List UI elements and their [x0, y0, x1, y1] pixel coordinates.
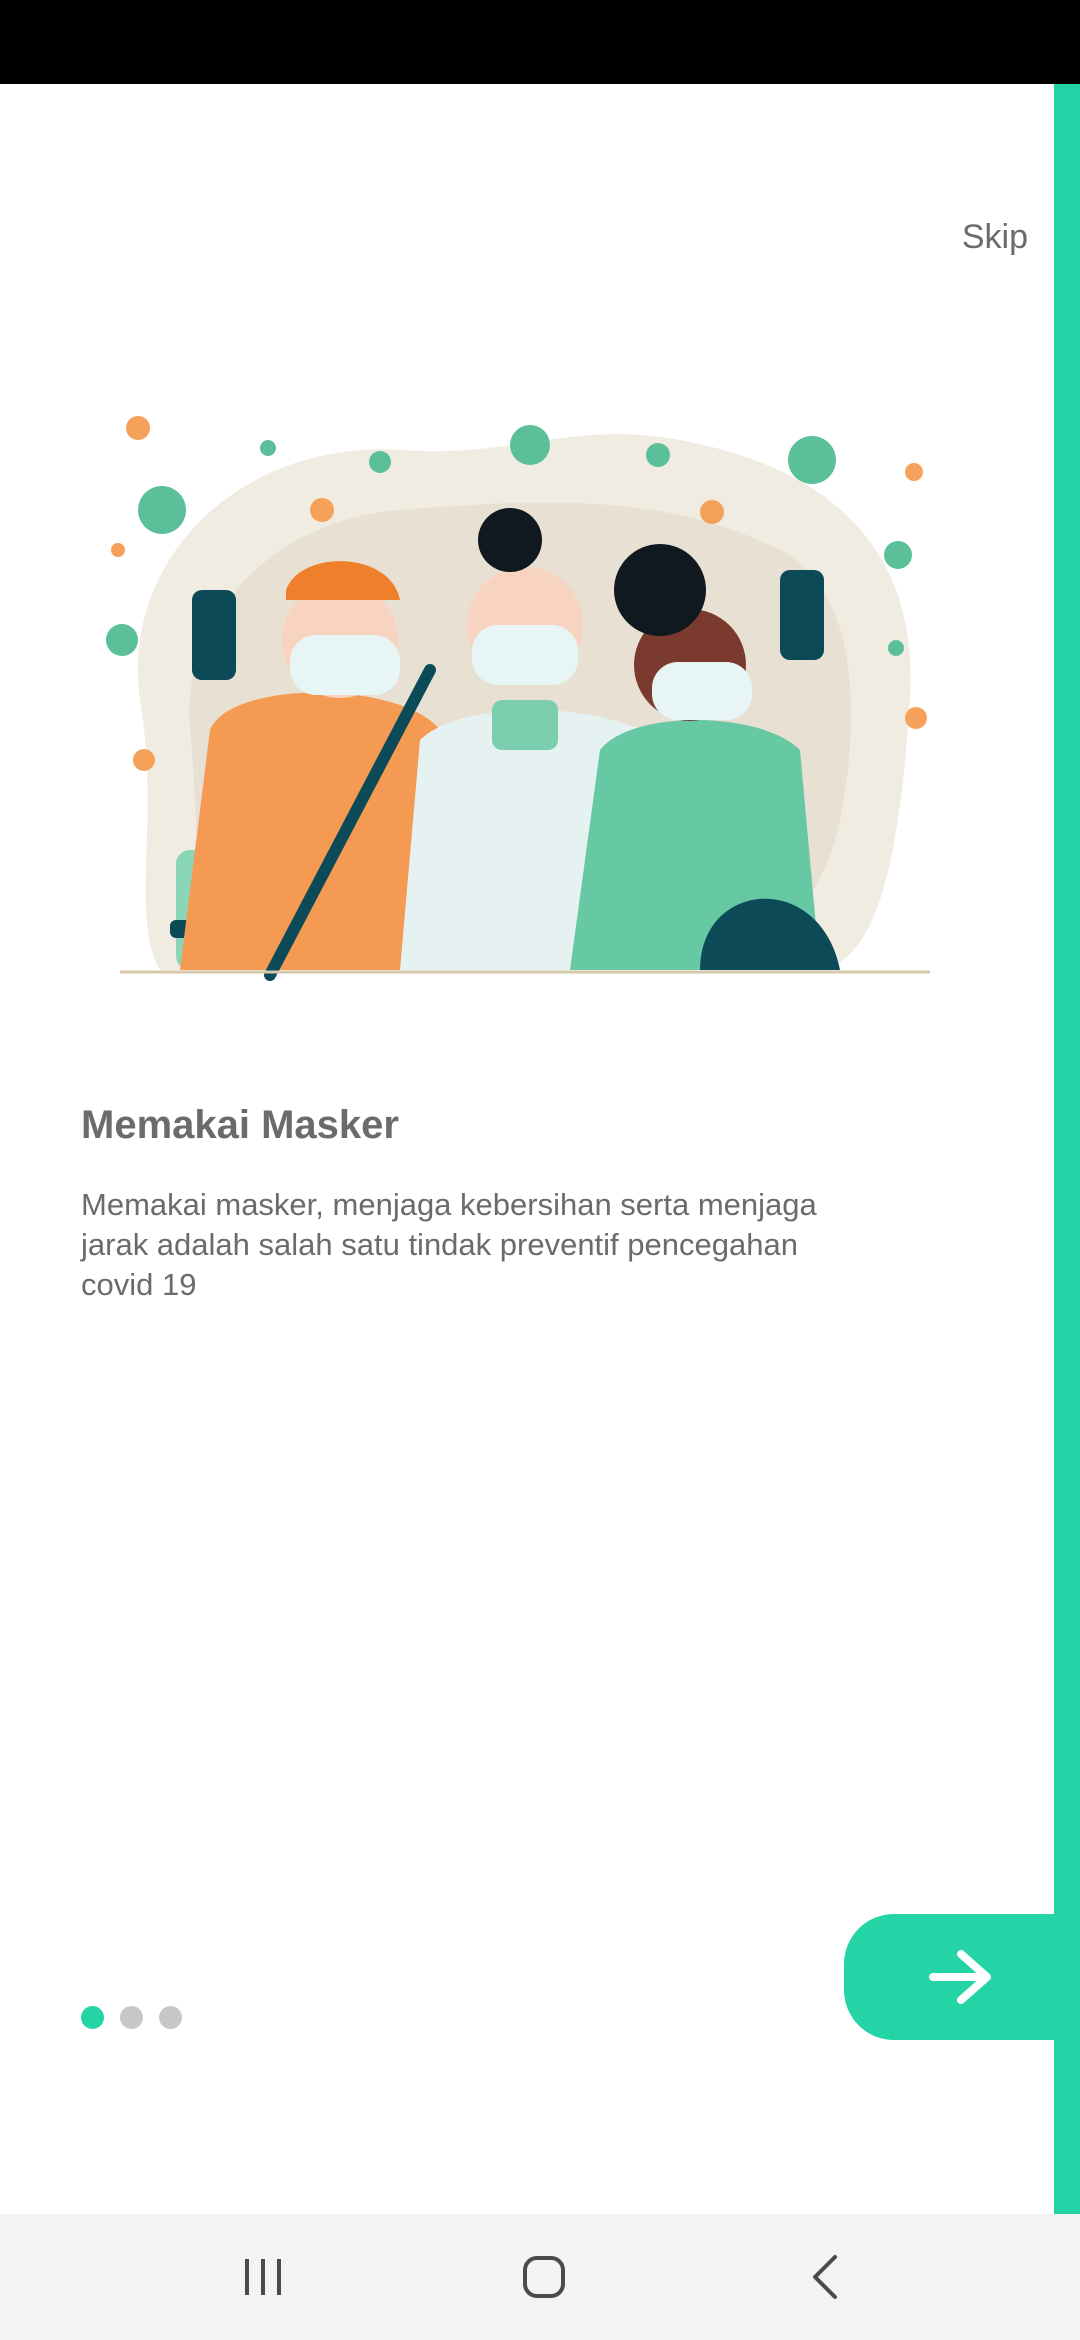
accent-strip: [1054, 84, 1080, 2214]
page-description: Memakai masker, menjaga kebersihan serta…: [81, 1187, 817, 1302]
status-bar: [0, 0, 1080, 84]
back-icon: [813, 2255, 837, 2299]
onboarding-illustration: [106, 416, 930, 981]
page-title: Memakai Masker: [81, 1103, 399, 1147]
page-dot-2: [120, 2006, 143, 2029]
home-icon: [523, 2256, 565, 2298]
skip-button[interactable]: Skip: [962, 218, 1028, 257]
page-indicator: [81, 2006, 182, 2029]
next-button[interactable]: [844, 1914, 1080, 2040]
arrow-right-icon: [929, 1950, 991, 2004]
system-nav-bar: [0, 2214, 1080, 2340]
recent-apps-button[interactable]: [203, 2214, 323, 2340]
page-dot-1: [81, 2006, 104, 2029]
page-dot-3: [159, 2006, 182, 2029]
recent-apps-icon: [245, 2259, 281, 2295]
back-button[interactable]: [765, 2214, 885, 2340]
home-button[interactable]: [484, 2214, 604, 2340]
